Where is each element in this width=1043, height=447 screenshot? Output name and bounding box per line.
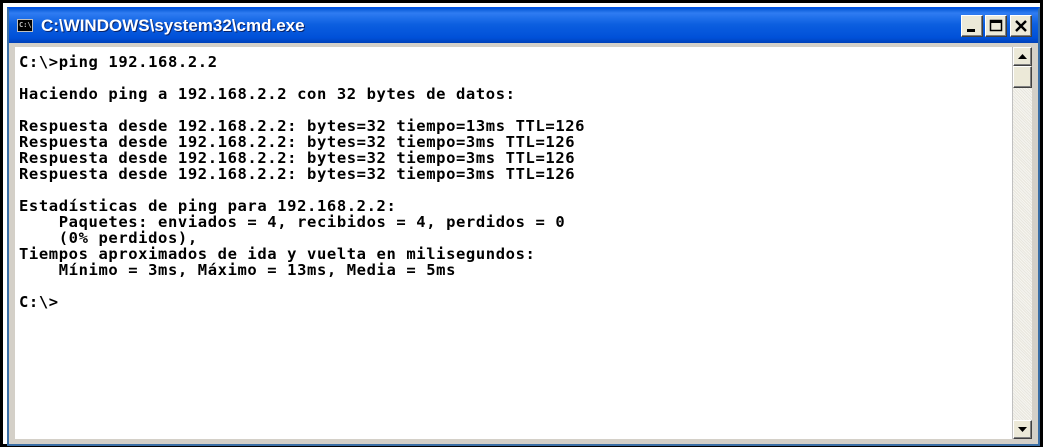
window-title: C:\WINDOWS\system32\cmd.exe <box>41 16 305 35</box>
screenshot-frame: C:\ C:\WINDOWS\system32\cmd.exe C:\>ping… <box>0 0 1043 447</box>
console-line: Estadísticas de ping para 192.168.2.2: <box>19 197 397 215</box>
minimize-button[interactable] <box>961 15 983 37</box>
scroll-down-button[interactable] <box>1013 420 1032 439</box>
scroll-thumb[interactable] <box>1013 66 1032 88</box>
cmd-window: C:\ C:\WINDOWS\system32\cmd.exe C:\>ping… <box>7 7 1040 446</box>
console-line: Haciendo ping a 192.168.2.2 con 32 bytes… <box>19 85 516 103</box>
console-output[interactable]: C:\>ping 192.168.2.2 Haciendo ping a 192.… <box>15 47 1022 439</box>
console-line: Respuesta desde 192.168.2.2: bytes=32 ti… <box>19 117 586 135</box>
console-line: Respuesta desde 192.168.2.2: bytes=32 ti… <box>19 165 576 183</box>
cmd-icon[interactable]: C:\ <box>17 19 33 32</box>
scroll-up-button[interactable] <box>1013 47 1032 66</box>
console-line: Respuesta desde 192.168.2.2: bytes=32 ti… <box>19 133 576 151</box>
console-line: (0% perdidos), <box>19 229 198 247</box>
console-line: Mínimo = 3ms, Máximo = 13ms, Media = 5ms <box>19 261 456 279</box>
console-line: Respuesta desde 192.168.2.2: bytes=32 ti… <box>19 149 576 167</box>
close-button[interactable] <box>1010 15 1032 37</box>
title-bar[interactable]: C:\ C:\WINDOWS\system32\cmd.exe <box>9 9 1038 43</box>
console-line: C:\>ping 192.168.2.2 <box>19 53 218 71</box>
arrow-down-icon <box>1018 427 1027 432</box>
maximize-icon <box>989 19 1003 32</box>
console-line: Paquetes: enviados = 4, recibidos = 4, p… <box>19 213 566 231</box>
vertical-scrollbar[interactable] <box>1012 47 1032 439</box>
minimize-icon <box>967 29 975 32</box>
arrow-up-icon <box>1018 54 1027 59</box>
close-icon <box>1015 20 1027 32</box>
maximize-button[interactable] <box>985 15 1007 37</box>
cmd-icon-text: C:\ <box>19 21 32 29</box>
console-line: C:\> <box>19 293 59 311</box>
console-line: Tiempos aproximados de ida y vuelta en m… <box>19 245 536 263</box>
console-text: C:\>ping 192.168.2.2 Haciendo ping a 192.… <box>15 47 1022 310</box>
